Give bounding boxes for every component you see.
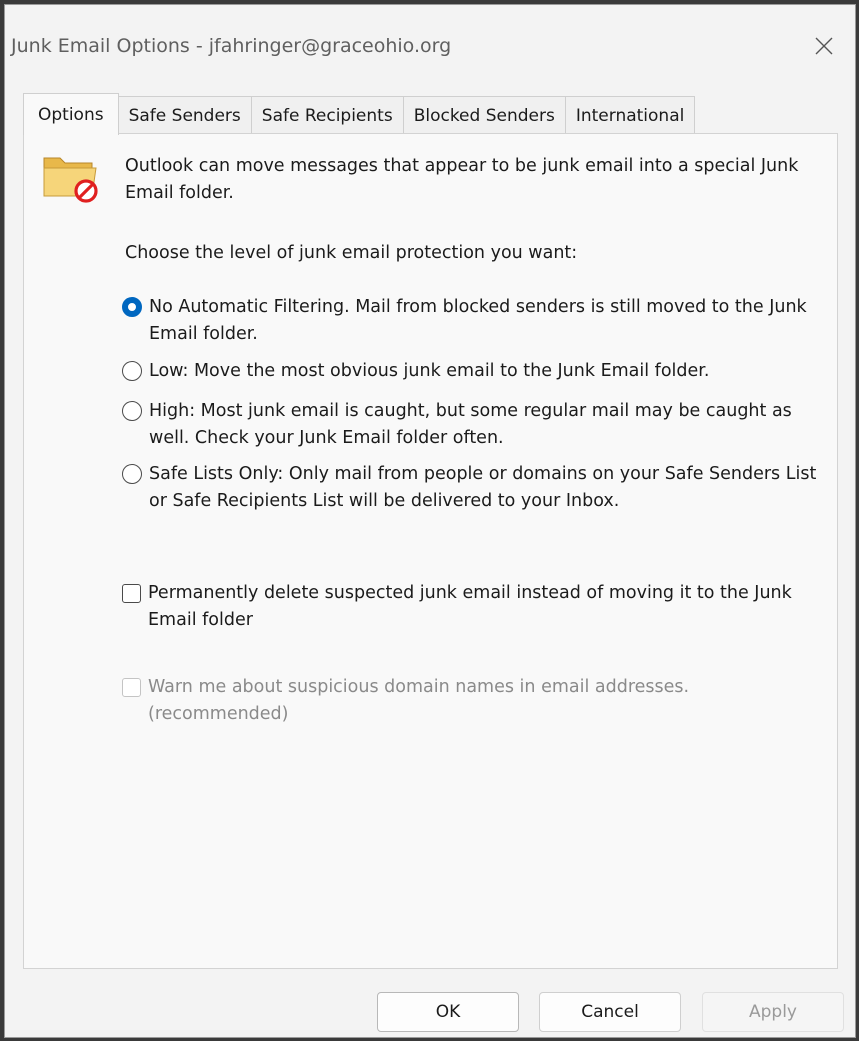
checkbox-permanently-delete[interactable]: Permanently delete suspected junk email … — [122, 580, 828, 634]
radio-high[interactable]: High: Most junk email is caught, but som… — [122, 398, 829, 452]
tab-blocked-senders[interactable]: Blocked Senders — [402, 96, 566, 134]
protection-level-heading: Choose the level of junk email protectio… — [125, 243, 578, 263]
radio-button[interactable] — [122, 464, 142, 484]
radio-label: High: Most junk email is caught, but som… — [149, 401, 792, 448]
checkbox-warn-suspicious-domains: Warn me about suspicious domain names in… — [122, 674, 828, 728]
checkbox-label: Permanently delete suspected junk email … — [148, 583, 792, 630]
junk-folder-icon — [43, 157, 98, 203]
close-icon — [815, 37, 833, 55]
tab-strip: Options Safe Senders Safe Recipients Blo… — [23, 92, 696, 135]
radio-label: Low: Move the most obvious junk email to… — [149, 361, 710, 381]
close-button[interactable] — [807, 29, 841, 63]
checkbox[interactable] — [122, 584, 141, 603]
radio-button[interactable] — [122, 401, 142, 421]
tab-safe-recipients[interactable]: Safe Recipients — [250, 96, 404, 134]
radio-button[interactable] — [122, 361, 142, 381]
checkbox-disabled — [122, 678, 141, 697]
radio-button-selected[interactable] — [122, 297, 142, 317]
radio-low[interactable]: Low: Move the most obvious junk email to… — [122, 358, 829, 385]
radio-no-automatic-filtering[interactable]: No Automatic Filtering. Mail from blocke… — [122, 294, 829, 348]
options-panel: Outlook can move messages that appear to… — [23, 133, 838, 969]
junk-email-options-dialog: Junk Email Options - jfahringer@graceohi… — [4, 4, 856, 1038]
radio-label: Safe Lists Only: Only mail from people o… — [149, 464, 817, 511]
title-bar[interactable]: Junk Email Options - jfahringer@graceohi… — [5, 5, 855, 87]
apply-button: Apply — [702, 992, 844, 1032]
tab-options[interactable]: Options — [23, 93, 119, 135]
ok-button[interactable]: OK — [377, 992, 519, 1032]
tab-international[interactable]: International — [564, 96, 696, 134]
window-title: Junk Email Options - jfahringer@graceohi… — [11, 35, 452, 57]
intro-text: Outlook can move messages that appear to… — [125, 156, 799, 203]
tab-safe-senders[interactable]: Safe Senders — [117, 96, 252, 134]
radio-safe-lists-only[interactable]: Safe Lists Only: Only mail from people o… — [122, 461, 829, 515]
checkbox-label: Warn me about suspicious domain names in… — [148, 677, 690, 724]
cancel-button[interactable]: Cancel — [539, 992, 681, 1032]
radio-label: No Automatic Filtering. Mail from blocke… — [149, 297, 807, 344]
